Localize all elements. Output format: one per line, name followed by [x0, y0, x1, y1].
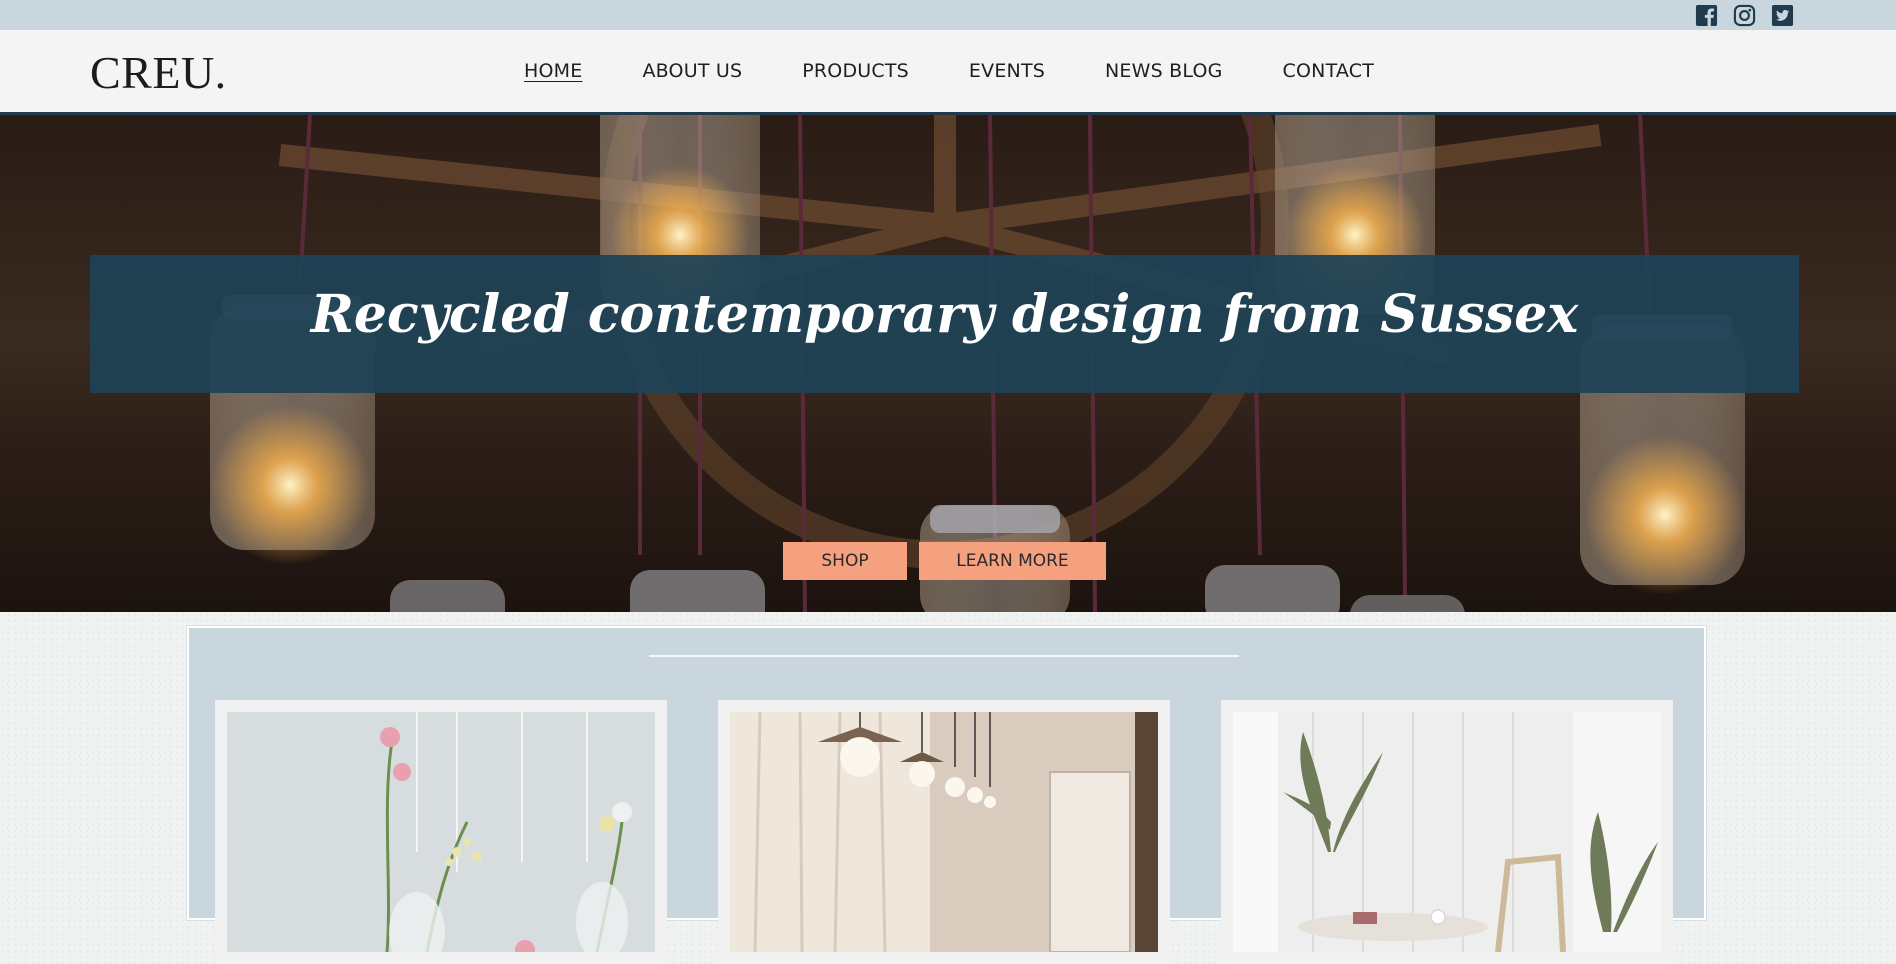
featured-panel	[187, 626, 1706, 964]
product-card[interactable]	[215, 700, 667, 964]
nav-about-us[interactable]: ABOUT US	[642, 60, 742, 82]
product-image-pendant-room	[730, 712, 1158, 952]
hero-section: Recycled contemporary design from Sussex…	[0, 115, 1896, 612]
shop-button[interactable]: SHOP	[783, 542, 907, 580]
hero-banner: Recycled contemporary design from Sussex	[90, 255, 1799, 393]
product-image-flowers	[227, 712, 655, 952]
hero-headline: Recycled contemporary design from Sussex	[310, 284, 1579, 345]
section-divider	[649, 655, 1239, 657]
product-card[interactable]	[1221, 700, 1673, 964]
instagram-icon[interactable]	[1733, 4, 1756, 27]
twitter-icon[interactable]	[1771, 4, 1794, 27]
nav-products[interactable]: PRODUCTS	[802, 60, 909, 82]
product-image-white-room	[1233, 712, 1661, 952]
facebook-icon[interactable]	[1695, 4, 1718, 27]
social-topbar	[0, 0, 1896, 30]
social-links	[1695, 4, 1794, 27]
nav-contact[interactable]: CONTACT	[1283, 60, 1375, 82]
nav-news-blog[interactable]: NEWS BLOG	[1105, 60, 1223, 82]
site-header: CREU. HOME ABOUT US PRODUCTS EVENTS NEWS…	[0, 30, 1896, 115]
site-logo[interactable]: CREU.	[90, 46, 227, 99]
nav-home[interactable]: HOME	[524, 60, 582, 82]
learn-more-button[interactable]: LEARN MORE	[919, 542, 1106, 580]
product-card[interactable]	[718, 700, 1170, 964]
nav-events[interactable]: EVENTS	[969, 60, 1045, 82]
main-nav: HOME ABOUT US PRODUCTS EVENTS NEWS BLOG …	[524, 60, 1434, 82]
